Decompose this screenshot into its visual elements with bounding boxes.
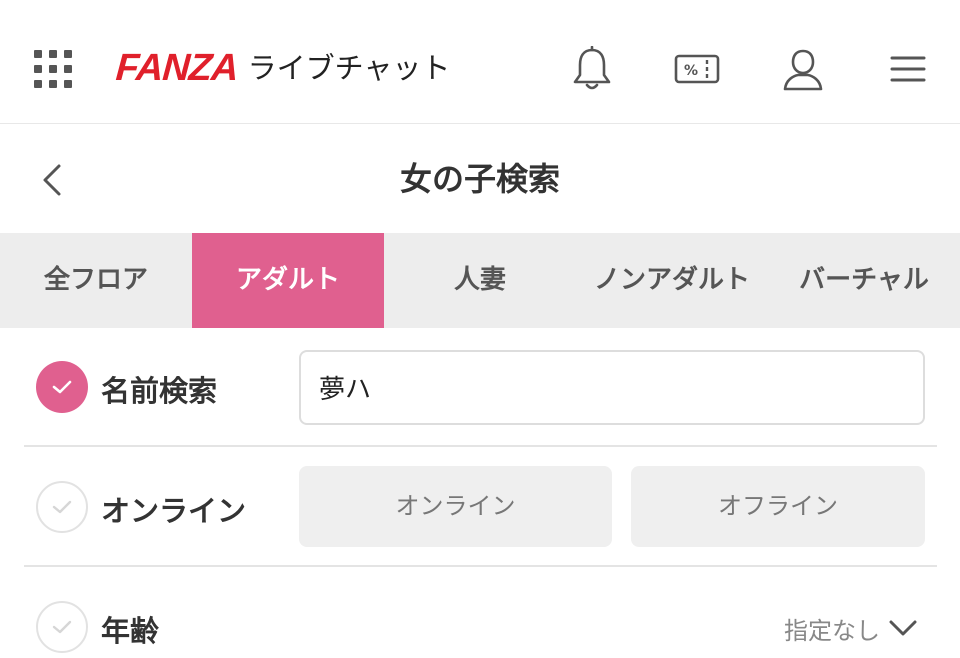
checkmark-icon	[52, 500, 72, 514]
brand-name: FANZA	[114, 47, 240, 89]
offline-option-button[interactable]: オフライン	[631, 466, 925, 547]
online-label: オンライン	[101, 494, 247, 528]
hamburger-menu-icon[interactable]	[883, 44, 933, 94]
name-search-checkbox[interactable]	[36, 361, 88, 413]
coupon-icon[interactable]: %	[672, 44, 722, 94]
row-divider	[24, 445, 937, 447]
tab-non-adult[interactable]: ノンアダルト	[576, 233, 768, 328]
chevron-left-icon	[43, 164, 61, 196]
checkmark-icon	[52, 620, 72, 634]
name-search-input[interactable]	[299, 350, 925, 425]
fanza-livechat-logo[interactable]: FANZA ライブチャット	[114, 46, 451, 90]
age-label: 年齢	[101, 614, 160, 648]
tab-all-floors[interactable]: 全フロア	[0, 233, 192, 328]
row-divider	[24, 565, 937, 567]
tab-married[interactable]: 人妻	[384, 233, 576, 328]
age-select-value: 指定なし	[784, 616, 880, 645]
coupon-percent: %	[684, 63, 698, 79]
checkmark-icon	[52, 380, 72, 394]
tab-adult[interactable]: アダルト	[192, 233, 384, 328]
online-checkbox[interactable]	[36, 481, 88, 533]
page-title: 女の子検索	[399, 160, 560, 198]
page-title-bar: 女の子検索	[0, 124, 960, 234]
online-option-button[interactable]: オンライン	[299, 466, 612, 547]
name-search-label: 名前検索	[101, 374, 218, 408]
bell-icon[interactable]	[567, 44, 617, 94]
chevron-down-icon	[889, 620, 917, 636]
app-header: FANZA ライブチャット %	[0, 0, 960, 124]
back-button[interactable]	[30, 158, 74, 202]
age-select[interactable]: 指定なし	[784, 600, 918, 656]
service-name: ライブチャット	[247, 51, 451, 85]
age-checkbox[interactable]	[36, 601, 88, 653]
user-icon[interactable]	[778, 44, 828, 94]
apps-grid-icon[interactable]	[34, 50, 72, 88]
tab-virtual[interactable]: バーチャル	[768, 233, 960, 328]
floor-tabs: 全フロア アダルト 人妻 ノンアダルト バーチャル	[0, 233, 960, 328]
